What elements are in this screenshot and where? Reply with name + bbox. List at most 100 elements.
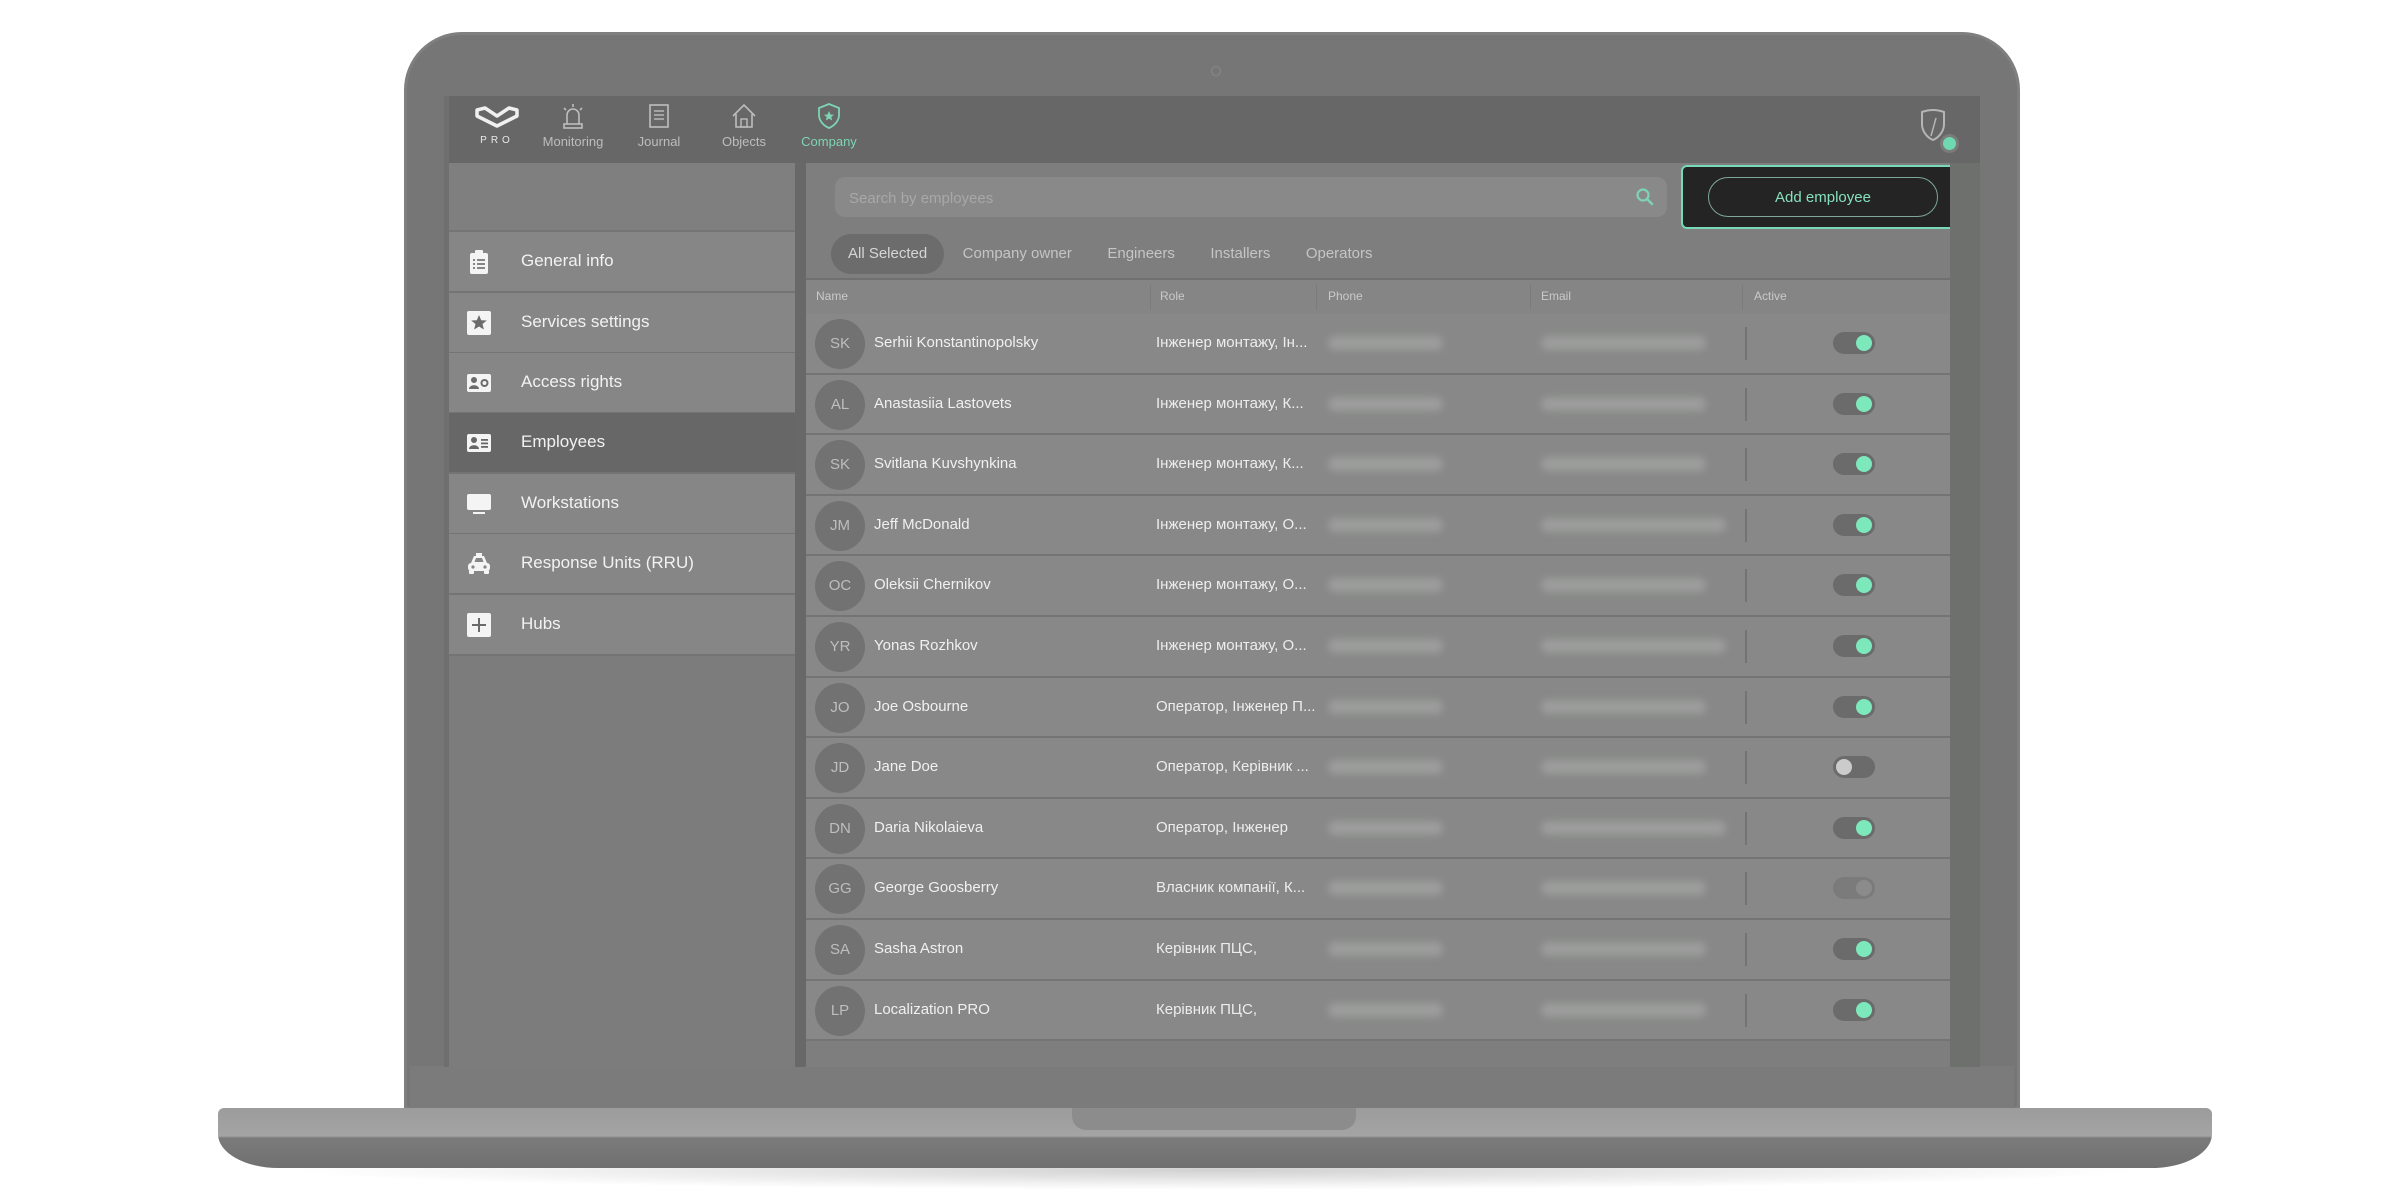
add-employee-button[interactable]: Add employee	[1708, 177, 1938, 217]
table-row[interactable]: JD Jane Doe Оператор, Керівник ...	[806, 738, 1950, 799]
sidebar-item-label: Response Units (RRU)	[521, 553, 694, 572]
sidebar-item-label: Employees	[521, 432, 606, 451]
column-header-phone[interactable]: Phone	[1328, 289, 1363, 303]
employee-name: Yonas Rozhkov	[874, 636, 978, 654]
tab-operators[interactable]: Operators	[1289, 234, 1390, 274]
table-row[interactable]: DN Daria Nikolaieva Оператор, Інженер	[806, 798, 1950, 860]
table-row[interactable]: SA Sasha Astron Керівник ПЦС,	[806, 919, 1950, 981]
sidebar-item-label: Hubs	[521, 614, 561, 633]
sidebar-item-label: Services settings	[521, 312, 650, 331]
toggle-knob	[1856, 335, 1872, 351]
sidebar-item-hubs[interactable]: Hubs	[449, 595, 800, 656]
toggle-knob	[1856, 637, 1872, 654]
tab-company-owner[interactable]: Company owner	[946, 234, 1089, 274]
column-header-active[interactable]: Active	[1754, 289, 1787, 303]
column-divider	[1745, 629, 1747, 663]
search-input[interactable]	[847, 177, 1611, 219]
active-toggle[interactable]	[1833, 877, 1875, 900]
email-redacted	[1541, 336, 1706, 350]
top-nav: PRO Monitoring Journal Objects Company	[449, 96, 1980, 163]
nav-monitoring[interactable]: Monitoring	[533, 102, 613, 160]
table-row[interactable]: AL Anastasiia Lastovets Інженер монтажу, К…	[806, 374, 1950, 436]
employee-role: Оператор, Інженер	[1156, 818, 1289, 836]
nav-label: Company	[801, 134, 857, 149]
employee-name: Serhii Konstantinopolsky	[874, 334, 1039, 351]
employee-role: Інженер монтажу, К...	[1156, 394, 1304, 412]
active-toggle[interactable]	[1833, 756, 1875, 779]
email-redacted	[1541, 457, 1706, 472]
active-toggle[interactable]	[1833, 574, 1875, 597]
toggle-knob	[1856, 819, 1872, 836]
sidebar-item-access-rights[interactable]: Access rights	[449, 353, 800, 414]
avatar: YR	[815, 621, 865, 672]
employee-name: Jane Doe	[874, 758, 939, 776]
active-toggle[interactable]	[1833, 816, 1875, 839]
active-toggle[interactable]	[1833, 332, 1875, 354]
employee-name: Jeff McDonald	[874, 515, 970, 533]
email-redacted	[1541, 578, 1706, 593]
avatar: JO	[815, 682, 865, 733]
toggle-knob	[1856, 1001, 1872, 1018]
account-button[interactable]	[1918, 108, 1959, 154]
phone-redacted	[1328, 941, 1443, 956]
toggle-knob	[1856, 395, 1872, 412]
phone-redacted	[1328, 760, 1443, 775]
car-icon	[468, 553, 490, 574]
phone-redacted	[1328, 699, 1443, 714]
nav-journal[interactable]: Journal	[619, 102, 699, 160]
employee-name: Localization PRO	[874, 1000, 990, 1018]
search-icon[interactable]	[1635, 187, 1655, 207]
active-toggle[interactable]	[1833, 695, 1875, 718]
table-row[interactable]: YR Yonas Rozhkov Інженер монтажу, О...	[806, 616, 1950, 678]
column-divider	[1745, 993, 1747, 1027]
avatar: SA	[815, 924, 865, 975]
phone-redacted	[1328, 578, 1443, 593]
table-row[interactable]: JO Joe Osbourne Оператор, Інженер П...	[806, 677, 1950, 739]
column-divider	[1745, 387, 1747, 421]
tab-engineers[interactable]: Engineers	[1090, 234, 1192, 274]
toggle-knob	[1856, 698, 1872, 715]
column-header-name[interactable]: Name	[816, 289, 848, 303]
active-toggle[interactable]	[1833, 453, 1875, 476]
active-toggle[interactable]	[1833, 392, 1875, 415]
toggle-knob	[1836, 759, 1852, 776]
column-divider	[1745, 811, 1747, 845]
table-row[interactable]: JM Jeff McDonald Інженер монтажу, О...	[806, 495, 1950, 557]
house-icon	[732, 103, 756, 128]
column-divider	[1745, 690, 1747, 724]
active-toggle[interactable]	[1833, 998, 1875, 1021]
scrollbar-track[interactable]	[1950, 163, 1980, 1067]
table-row[interactable]: LP Localization PRO Керівник ПЦС,	[806, 980, 1950, 1042]
employee-role: Інженер монтажу, О...	[1156, 636, 1307, 654]
sidebar-item-employees[interactable]: Employees	[449, 413, 800, 474]
sidebar-item-response-units[interactable]: Response Units (RRU)	[449, 534, 800, 595]
nav-company[interactable]: Company	[789, 102, 869, 160]
table-row[interactable]: OC Oleksii Chernikov Інженер монтажу, О...	[806, 556, 1950, 617]
table-row[interactable]: GG George Goosberry Власник компанії, К...	[806, 859, 1950, 920]
sidebar-item-services-settings[interactable]: Services settings	[449, 293, 800, 354]
sidebar-item-workstations[interactable]: Workstations	[449, 474, 800, 535]
laptop-bezel-bottom	[410, 1066, 2014, 1108]
column-divider	[1742, 284, 1743, 310]
employee-role: Керівник ПЦС,	[1156, 939, 1257, 957]
sidebar-item-general-info[interactable]: General info	[449, 232, 800, 293]
employee-role: Власник компанії, К...	[1156, 879, 1306, 897]
phone-redacted	[1328, 517, 1443, 532]
active-toggle[interactable]	[1833, 634, 1875, 657]
logo[interactable]: PRO	[467, 104, 527, 158]
phone-redacted	[1328, 820, 1443, 835]
tab-all-selected[interactable]: All Selected	[831, 234, 945, 274]
column-divider	[1745, 569, 1747, 603]
column-header-role[interactable]: Role	[1160, 289, 1185, 303]
table-row[interactable]: SK Serhii Konstantinopolsky Інженер монтаж…	[806, 314, 1950, 375]
table-header: Name Role Phone Email Active	[806, 278, 1950, 316]
avatar: OC	[815, 561, 865, 612]
tab-installers[interactable]: Installers	[1193, 234, 1287, 274]
active-toggle[interactable]	[1833, 937, 1875, 960]
sidebar-item-label: General info	[521, 251, 614, 270]
table-row[interactable]: SK Svitlana Kuvshynkina Інженер монтажу, К…	[806, 435, 1950, 496]
column-header-email[interactable]: Email	[1541, 289, 1571, 303]
active-toggle[interactable]	[1833, 513, 1875, 536]
employee-name: Anastasiia Lastovets	[874, 394, 1012, 412]
nav-objects[interactable]: Objects	[704, 102, 784, 160]
